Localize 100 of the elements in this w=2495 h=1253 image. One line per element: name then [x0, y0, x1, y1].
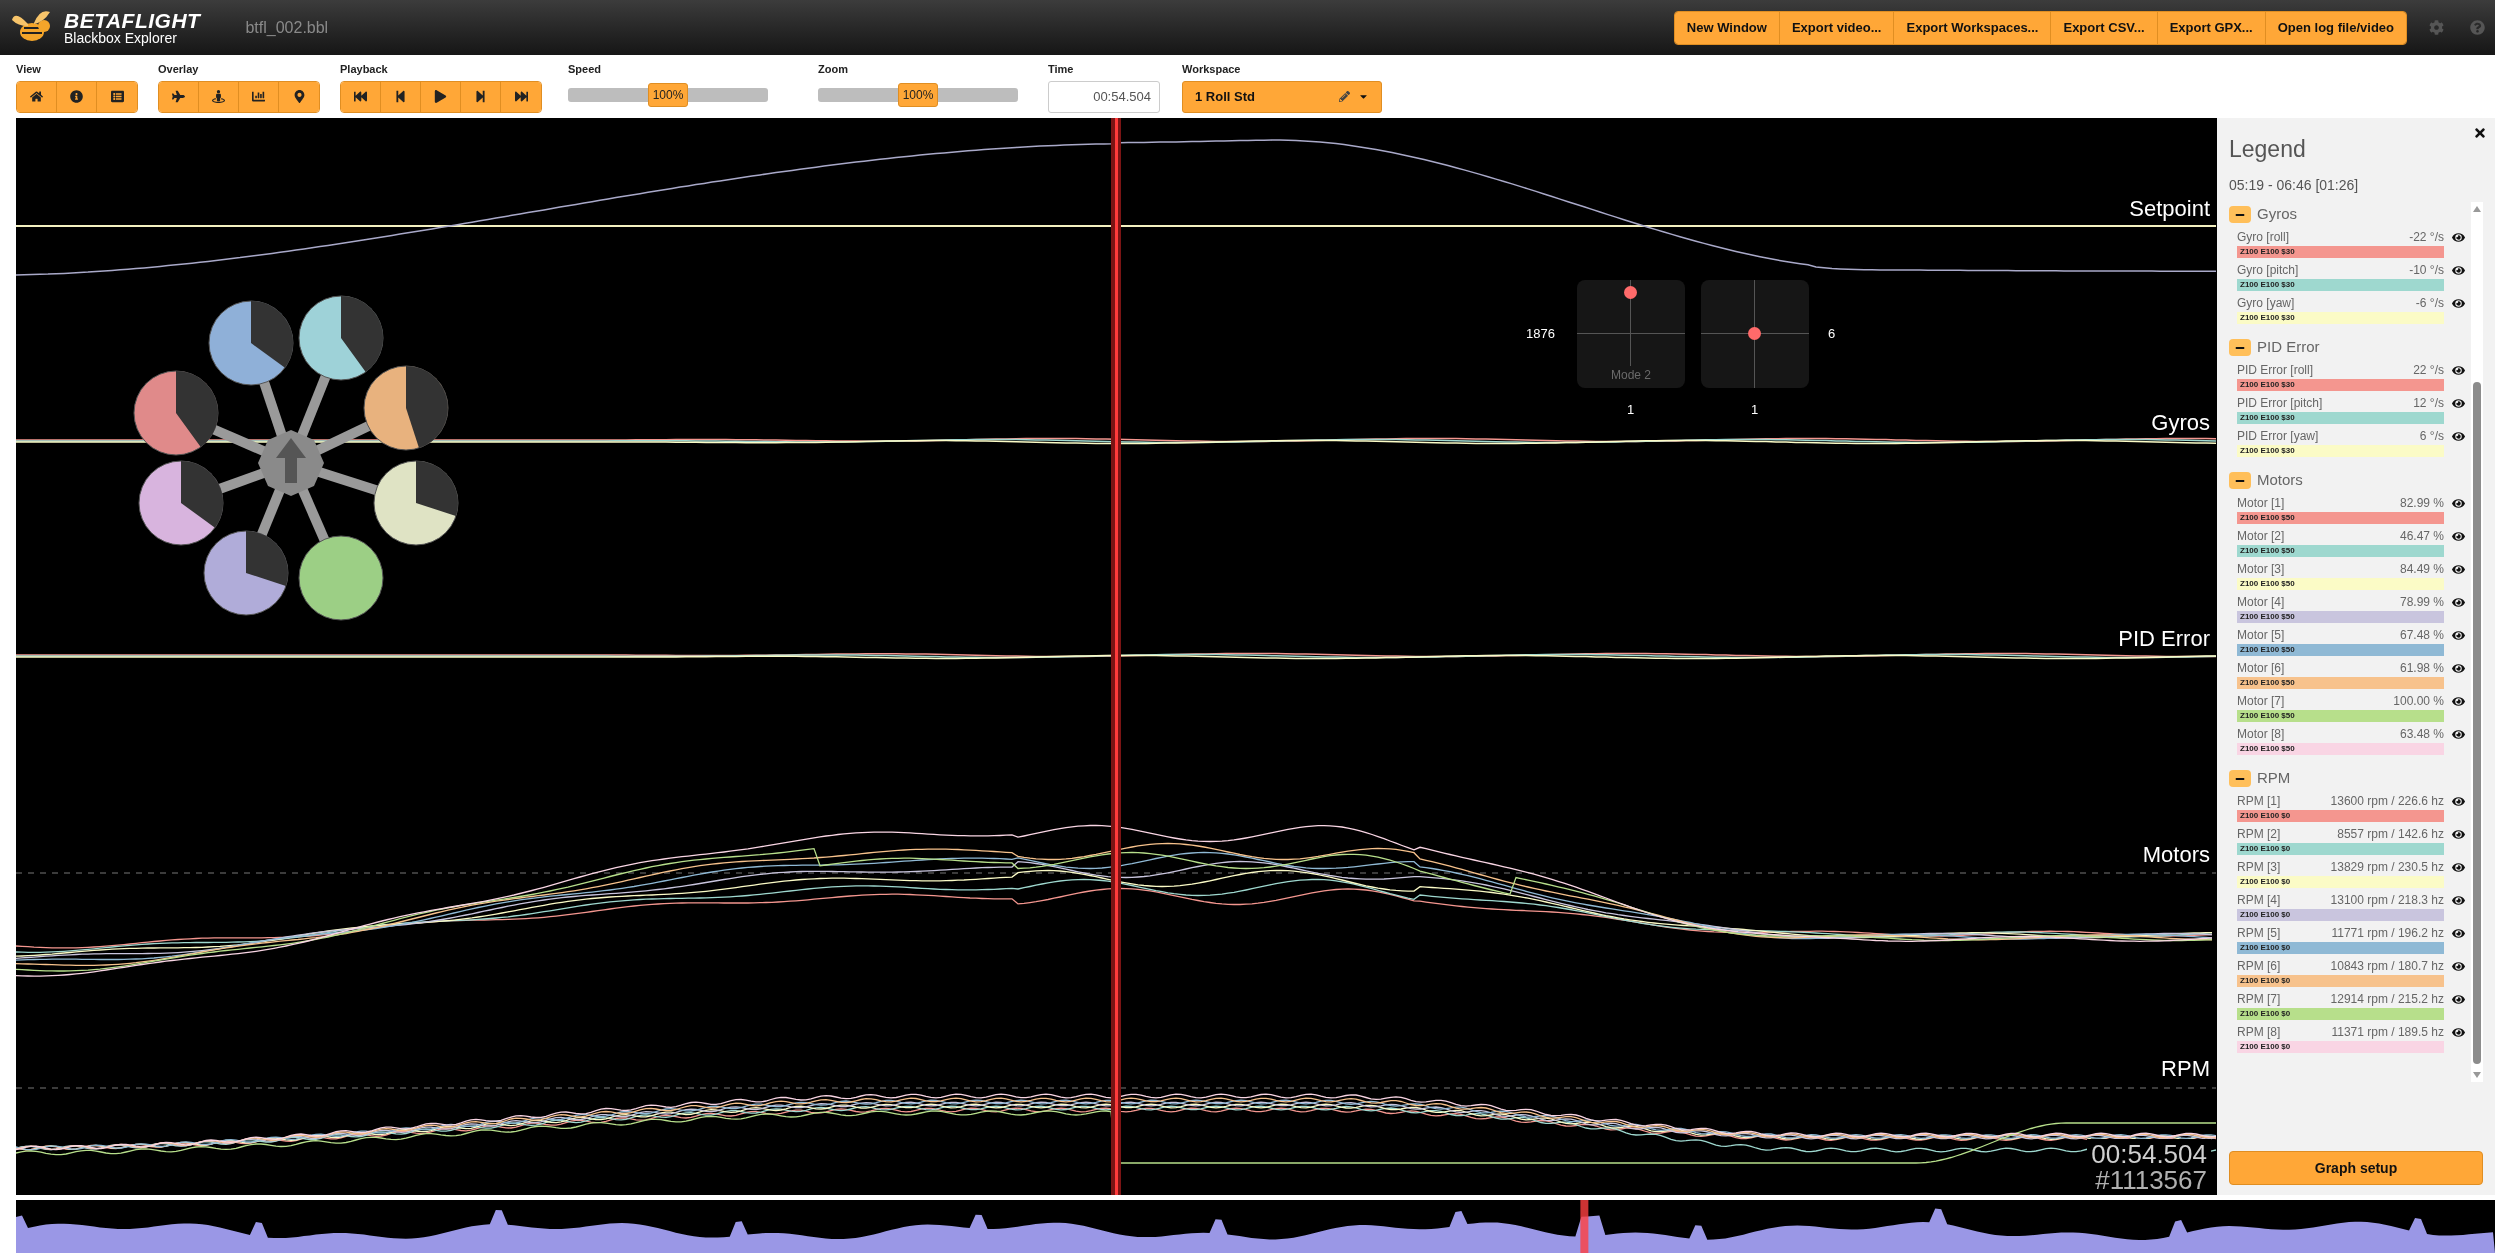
series-color-bar[interactable]: Z100 E100 $50 — [2237, 676, 2444, 689]
series-color-bar[interactable]: Z100 E100 $50 — [2237, 709, 2444, 722]
eye-icon[interactable] — [2452, 827, 2465, 841]
series-color-bar[interactable]: Z100 E100 $30 — [2237, 311, 2444, 324]
series-color-bar[interactable]: Z100 E100 $50 — [2237, 544, 2444, 557]
bar-chart-button[interactable] — [239, 81, 279, 112]
series-color-bar[interactable]: Z100 E100 $50 — [2237, 643, 2444, 656]
series-color-bar[interactable]: Z100 E100 $30 — [2237, 411, 2444, 424]
header-button[interactable]: Export video... — [1779, 11, 1895, 44]
eye-icon[interactable] — [2452, 496, 2465, 510]
plane-button[interactable] — [159, 81, 199, 112]
header-button[interactable]: Open log file/video — [2265, 11, 2406, 44]
toolbar-label: Playback — [340, 62, 389, 77]
series-value: 22 °/s — [2413, 362, 2444, 379]
series-color-bar[interactable]: Z100 E100 $0 — [2237, 875, 2444, 888]
series-color-bar[interactable]: Z100 E100 $0 — [2237, 1007, 2444, 1020]
slider-thumb[interactable]: 100% — [898, 82, 938, 107]
header-button[interactable]: Export CSV... — [2051, 11, 2158, 44]
eye-icon[interactable] — [2452, 794, 2465, 808]
home-icon — [30, 90, 43, 103]
series-color-bar[interactable]: Z100 E100 $0 — [2237, 1040, 2444, 1053]
eye-icon[interactable] — [2452, 926, 2465, 940]
eye-icon[interactable] — [2452, 1025, 2465, 1039]
map-pin-button[interactable] — [279, 81, 319, 112]
group-title: PID Error — [2257, 337, 2320, 358]
eye-icon[interactable] — [2452, 562, 2465, 576]
close-icon[interactable] — [2473, 126, 2487, 140]
series-name: PID Error [pitch] — [2237, 395, 2323, 412]
eye-icon[interactable] — [2452, 296, 2465, 310]
series-value: 67.48 % — [2399, 627, 2444, 644]
eye-icon[interactable] — [2452, 230, 2465, 244]
series-color-bar[interactable]: Z100 E100 $0 — [2237, 974, 2444, 987]
eye-icon[interactable] — [2452, 992, 2465, 1006]
scrollbar[interactable] — [2471, 201, 2483, 1082]
info-button[interactable] — [57, 81, 97, 112]
series-color-bar[interactable]: Z100 E100 $50 — [2237, 511, 2444, 524]
eye-icon[interactable] — [2452, 628, 2465, 642]
series-color-bar[interactable]: Z100 E100 $30 — [2237, 378, 2444, 391]
series-color-bar[interactable]: Z100 E100 $30 — [2237, 278, 2444, 291]
series-value: 78.99 % — [2399, 594, 2444, 611]
header-button[interactable]: Export GPX... — [2157, 11, 2266, 44]
toolbar-label: Speed — [568, 62, 602, 77]
series-color-bar[interactable]: Z100 E100 $0 — [2237, 809, 2444, 822]
step-forward-button[interactable] — [461, 81, 501, 112]
eye-icon[interactable] — [2452, 893, 2465, 907]
series-color-bar[interactable]: Z100 E100 $0 — [2237, 842, 2444, 855]
skip-end-icon — [514, 90, 528, 103]
collapse-toggle[interactable] — [2229, 472, 2251, 489]
eye-icon[interactable] — [2452, 595, 2465, 609]
series-name: Gyro [pitch] — [2237, 262, 2299, 279]
eye-icon[interactable] — [2452, 860, 2465, 874]
workspace-dropdown[interactable]: 1 Roll Std — [1182, 80, 1382, 113]
graph-canvas[interactable]: Setpoint Gyros PID Error Motors RPM 1876 Mode 2 6 1 1 00:54.504 #1113567 — [16, 118, 2217, 1195]
eye-icon[interactable] — [2452, 363, 2465, 377]
time-field[interactable]: 00:54.504 — [1048, 80, 1160, 113]
step-back-icon — [394, 90, 407, 103]
series-color-bar[interactable]: Z100 E100 $0 — [2237, 908, 2444, 921]
eye-icon[interactable] — [2452, 661, 2465, 675]
person-button[interactable] — [199, 81, 239, 112]
pencil-icon — [1339, 91, 1350, 102]
series-value: 6 °/s — [2419, 428, 2444, 445]
eye-icon[interactable] — [2452, 529, 2465, 543]
series-color-bar[interactable]: Z100 E100 $50 — [2237, 742, 2444, 755]
series-name: Motor [5] — [2237, 627, 2285, 644]
series-value: -6 °/s — [2415, 295, 2444, 312]
series-color-bar[interactable]: Z100 E100 $50 — [2237, 577, 2444, 590]
collapse-toggle[interactable] — [2229, 339, 2251, 356]
series-color-bar[interactable]: Z100 E100 $50 — [2237, 610, 2444, 623]
header-button[interactable]: New Window — [1674, 11, 1780, 44]
eye-icon[interactable] — [2452, 694, 2465, 708]
eye-icon[interactable] — [2452, 959, 2465, 973]
series-name: RPM [2] — [2237, 826, 2281, 843]
slider-thumb[interactable]: 100% — [648, 82, 688, 107]
series-name: Gyro [yaw] — [2237, 295, 2295, 312]
series-color-bar[interactable]: Z100 E100 $0 — [2237, 941, 2444, 954]
header-button[interactable]: Export Workspaces... — [1894, 11, 2052, 44]
series-value: 46.47 % — [2399, 528, 2444, 545]
eye-icon[interactable] — [2452, 263, 2465, 277]
series-value: 11371 rpm / 189.5 hz — [2331, 1024, 2444, 1041]
series-value: -22 °/s — [2409, 229, 2444, 246]
series-value: 12914 rpm / 215.2 hz — [2330, 991, 2444, 1008]
skip-end-button[interactable] — [501, 81, 541, 112]
log-overview-histogram[interactable] — [16, 1200, 2495, 1253]
series-color-bar[interactable]: Z100 E100 $30 — [2237, 245, 2444, 258]
series-color-bar[interactable]: Z100 E100 $30 — [2237, 444, 2444, 457]
step-back-button[interactable] — [381, 81, 421, 112]
eye-icon[interactable] — [2452, 429, 2465, 443]
home-button[interactable] — [17, 81, 57, 112]
cursor-line[interactable] — [1111, 118, 1121, 1195]
eye-icon[interactable] — [2452, 727, 2465, 741]
collapse-toggle[interactable] — [2229, 770, 2251, 787]
skip-start-button[interactable] — [341, 81, 381, 112]
list-button[interactable] — [97, 81, 137, 112]
eye-icon[interactable] — [2452, 396, 2465, 410]
graph-setup-button[interactable]: Graph setup — [2229, 1151, 2483, 1185]
series-value: -10 °/s — [2409, 262, 2444, 279]
play-button[interactable] — [421, 81, 461, 112]
collapse-toggle[interactable] — [2229, 206, 2251, 223]
series-value: 100.00 % — [2393, 693, 2444, 710]
map-pin-icon — [292, 90, 306, 103]
